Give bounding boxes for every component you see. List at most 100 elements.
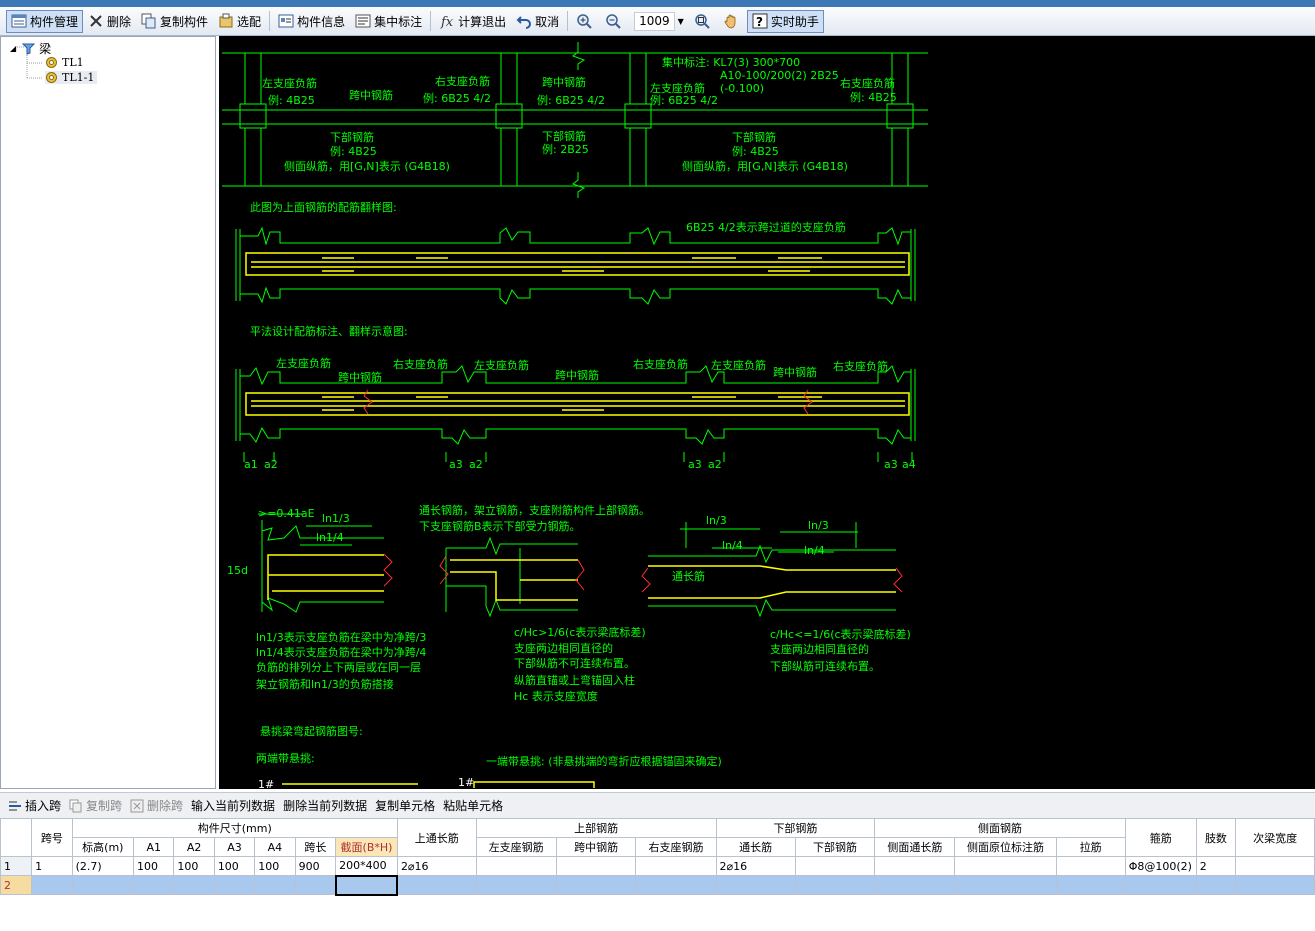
cell-top-through[interactable]: 2⌀16: [396, 856, 477, 876]
copy-span-button[interactable]: 复制跨: [65, 795, 126, 817]
cell-a1[interactable]: [132, 875, 175, 895]
undo-label: 取消: [535, 14, 560, 29]
mid-note1: c/Hc>1/6(c表示梁底标差): [514, 625, 646, 639]
cell-secondary-width[interactable]: [1235, 856, 1315, 876]
col-left-support: 左支座钢筋: [475, 837, 557, 857]
cell-span-length[interactable]: [294, 875, 337, 895]
component-manager-button[interactable]: 构件管理: [6, 9, 84, 33]
cell-side-original[interactable]: [954, 875, 1057, 895]
component-manager-icon: [11, 13, 27, 29]
s2-mid-span: 跨中钢筋: [338, 370, 382, 384]
delete-x-icon: [88, 13, 104, 29]
delete-column-data-button[interactable]: 删除当前列数据: [279, 795, 371, 817]
cell-bottom-through[interactable]: [715, 875, 796, 895]
cell-side-original[interactable]: [954, 856, 1057, 876]
detail-mid-diagram: 通长钢筋，架立钢筋，支座附筋构件上部钢筋。 下支座钢筋B表示下部受力钢筋。 c/…: [419, 503, 650, 703]
cell-left-support[interactable]: [475, 875, 557, 895]
toolbar-separator: [567, 11, 569, 31]
cell-legs[interactable]: 2: [1195, 856, 1237, 876]
collapse-toggle-icon[interactable]: ◢: [10, 44, 16, 53]
zoom-in-button[interactable]: [571, 10, 600, 33]
cell-a1[interactable]: 100: [132, 856, 175, 876]
dim-15d: 15d: [227, 564, 248, 577]
cell-bottom-through[interactable]: 2⌀16: [715, 856, 796, 876]
right-note2: 支座两边相同直径的: [770, 642, 869, 656]
cell-a2[interactable]: 100: [173, 856, 215, 876]
zoom-level-dropdown[interactable]: 1009 ▼: [629, 10, 689, 33]
cell-mid-span[interactable]: [555, 875, 637, 895]
cantilever-both-label: 两端带悬挑:: [256, 751, 315, 765]
detail-left-diagram: >=0.41aE ln1/3 ln1/4 15d ln1/3表示支座负筋在梁中为…: [227, 507, 426, 691]
cell-top-through[interactable]: [396, 875, 477, 895]
select-match-label: 选配: [237, 14, 262, 29]
insert-span-button[interactable]: 插入跨: [4, 795, 65, 817]
cell-legs[interactable]: [1195, 875, 1237, 895]
tree-root-beam[interactable]: ◢ 梁: [10, 40, 51, 57]
cell-mid-span[interactable]: [555, 856, 637, 876]
cell-bottom-steel[interactable]: [794, 856, 876, 876]
anchor-a3-2: a3: [688, 458, 702, 471]
tree-item-tl1-1[interactable]: TL1-1: [45, 71, 98, 84]
select-match-icon: [218, 13, 234, 29]
copy-cell-button[interactable]: 复制单元格: [371, 795, 439, 817]
cell-secondary-width[interactable]: [1235, 875, 1315, 895]
centralized-label-button[interactable]: 集中标注: [350, 10, 427, 33]
col-right-support: 右支座钢筋: [635, 837, 717, 857]
cell-right-support[interactable]: [635, 856, 717, 876]
cell-a4[interactable]: 100: [254, 856, 296, 876]
select-match-button[interactable]: 选配: [213, 10, 266, 33]
cell-span[interactable]: 1: [31, 856, 73, 876]
anchor-a2: a2: [264, 458, 278, 471]
span-table: 跨号 构件尺寸(mm) 上通长筋 上部钢筋 下部钢筋 侧面钢筋 箍筋 肢数 次梁…: [0, 818, 1315, 896]
zoom-out-button[interactable]: [600, 10, 629, 33]
bottom-example3-label: 例: 4B25: [732, 144, 779, 158]
cell-tie-bar[interactable]: [1055, 875, 1126, 895]
table-row[interactable]: 1 1 (2.7) 100 100 100 100 900 200*400 2⌀…: [0, 856, 1315, 876]
mid-title2: 下支座钢筋B表示下部受力钢筋。: [419, 519, 581, 533]
svg-text:?: ?: [756, 15, 763, 29]
right-dim-ln4-2: ln/4: [804, 544, 825, 557]
col-side-through: 侧面通长筋: [874, 837, 956, 857]
cell-a2[interactable]: [173, 875, 215, 895]
cell-left-support[interactable]: [475, 856, 557, 876]
table-row[interactable]: 2: [0, 874, 1315, 896]
component-info-button[interactable]: 构件信息: [273, 10, 350, 33]
calculate-exit-button[interactable]: fx 计算退出: [434, 10, 511, 33]
copy-component-button[interactable]: 复制构件: [136, 10, 213, 33]
cell-span[interactable]: [31, 875, 73, 895]
cell-right-support[interactable]: [635, 875, 717, 895]
cell-tie-bar[interactable]: [1055, 856, 1126, 876]
delete-span-label: 删除跨: [147, 799, 184, 813]
section1-title: 此图为上面钢筋的配筋翻样图:: [250, 200, 397, 214]
pan-button[interactable]: [718, 10, 747, 33]
cell-stirrup[interactable]: Φ8@100(2): [1124, 856, 1197, 876]
delete-button[interactable]: 删除: [83, 10, 136, 33]
dim-ln1-3: ln1/3: [322, 512, 350, 525]
delete-span-button[interactable]: 删除跨: [126, 795, 187, 817]
col-a1: A1: [132, 837, 175, 857]
cell-stirrup[interactable]: [1124, 875, 1197, 895]
cell-span-length[interactable]: 900: [294, 856, 337, 876]
zoom-fit-button[interactable]: [689, 10, 718, 33]
side-steel3-label: 侧面纵筋，用[G,N]表示 (G4B18): [682, 159, 848, 173]
cell-a3[interactable]: [213, 875, 256, 895]
cell-a4[interactable]: [254, 875, 296, 895]
paste-cell-button[interactable]: 粘贴单元格: [439, 795, 507, 817]
cell-side-through[interactable]: [874, 875, 956, 895]
anchor-a2-2: a2: [469, 458, 483, 471]
cell-a3[interactable]: 100: [213, 856, 256, 876]
cell-bottom-steel[interactable]: [794, 875, 876, 895]
cell-elevation[interactable]: (2.7): [71, 856, 135, 876]
anchor-a4: a4: [902, 458, 916, 471]
input-column-data-button[interactable]: 输入当前列数据: [187, 795, 279, 817]
undo-button[interactable]: 取消: [511, 10, 564, 33]
cell-section-current[interactable]: [334, 874, 399, 896]
tree-item-tl1[interactable]: TL1: [45, 56, 84, 69]
cell-elevation[interactable]: [71, 875, 135, 895]
cell-side-through[interactable]: [874, 856, 956, 876]
cell-section[interactable]: 200*400: [335, 856, 398, 876]
rebar-diagram: 左支座负筋 例: 4B25 跨中钢筋 右支座负筋 例: 6B25 4/2 跨中钢…: [222, 42, 928, 789]
help-assistant-button[interactable]: ? 实时助手: [746, 9, 824, 33]
detail-note4: 架立钢筋和ln1/3的负筋搭接: [256, 677, 394, 691]
drawing-canvas[interactable]: 左支座负筋 例: 4B25 跨中钢筋 右支座负筋 例: 6B25 4/2 跨中钢…: [219, 36, 1315, 789]
